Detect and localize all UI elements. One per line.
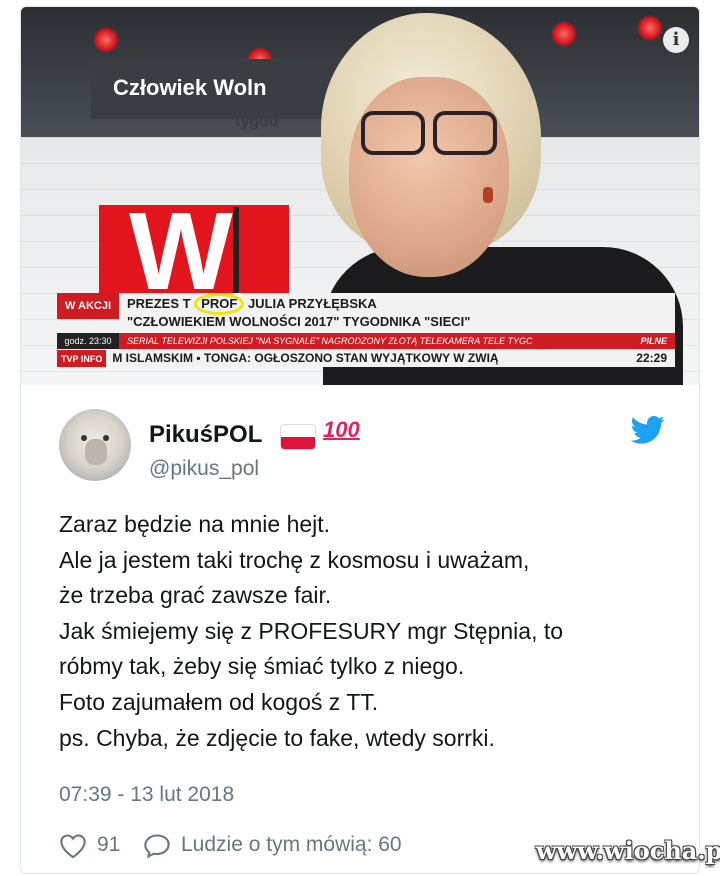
red-line-text: SERIAL TELEWIZJI POLSKIEJ "NA SYGNALE" N…	[127, 336, 533, 346]
tweet-line: Jak śmiejemy się z PROFESURY mgr Stępnia…	[59, 617, 564, 644]
tweet-line: ps. Chyba, że zdjęcie to fake, wtedy sor…	[59, 724, 495, 751]
info-icon[interactable]: i	[663, 27, 689, 53]
stage-light	[637, 15, 663, 41]
display-name[interactable]: PikuśPOL	[149, 421, 262, 449]
tweet-text: Zaraz będzie na mnie hejt. Ale ja jestem…	[59, 507, 699, 756]
tweet-line: róbmy tak, żeby się śmiać tylko z niego.	[59, 653, 465, 680]
ticker-time: godz. 23:30	[57, 333, 119, 349]
like-count[interactable]: 91	[97, 829, 120, 861]
pilne-tag: PILNE	[640, 336, 667, 346]
banner-title: Człowiek Woln	[113, 75, 267, 100]
tweet-card: Człowiek Woln tygod W W AKCJI PREZES T P…	[20, 6, 700, 874]
heart-icon[interactable]	[59, 833, 87, 859]
tweet-line: Zaraz będzie na mnie hejt.	[59, 511, 331, 537]
avatar[interactable]	[59, 409, 131, 481]
watermark: www.wiocha.pl	[536, 836, 720, 865]
tweet-line: że trzeba grać zawsze fair.	[59, 582, 332, 609]
stage-light	[93, 27, 119, 53]
headline-part: PREZES T	[127, 296, 191, 311]
tweet-line: Foto zajumałem od kogoś z TT.	[59, 688, 379, 715]
glasses	[361, 111, 501, 155]
poland-flag-icon	[281, 425, 315, 449]
ticker-headline: PREZES T PROF JULIA PRZYŁĘBSKA "CZŁOWIEK…	[119, 293, 675, 333]
talking-about-label[interactable]: Ludzie o tym mówią: 60	[181, 829, 402, 861]
ticker-clock: 22:29	[636, 351, 667, 365]
banner-subtitle: tygod	[235, 113, 279, 130]
ticker-bottom: TVP INFO M ISLAMSKIM ▪ TONGA: OGŁOSZONO S…	[57, 349, 675, 367]
headline-part: JULIA PRZYŁĘBSKA	[247, 296, 377, 311]
tweet-timestamp[interactable]: 07:39 - 13 lut 2018	[59, 783, 234, 807]
stage-light	[551, 21, 577, 47]
twitter-bird-icon[interactable]	[631, 415, 665, 445]
ticker-label: W AKCJI	[57, 293, 119, 319]
news-ticker: W AKCJI PREZES T PROF JULIA PRZYŁĘBSKA "…	[57, 293, 677, 367]
user-handle[interactable]: @pikus_pol	[149, 457, 259, 481]
tvp-info-logo: TVP INFO	[57, 350, 107, 367]
w-logo-letter: W	[129, 190, 233, 313]
highlighted-prof: PROF	[194, 293, 245, 315]
person-face	[349, 77, 509, 277]
microphone-stand	[233, 207, 239, 307]
headline-line2: "CZŁOWIEKIEM WOLNOŚCI 2017" TYGODNIKA "S…	[127, 314, 471, 329]
reply-bubble-icon[interactable]	[143, 833, 171, 859]
hundred-emoji: 100	[323, 417, 360, 442]
ticker-red-line: SERIAL TELEWIZJI POLSKIEJ "NA SYGNALE" N…	[119, 333, 675, 349]
bottom-crawl: M ISLAMSKIM ▪ TONGA: OGŁOSZONO STAN WYJĄ…	[112, 351, 499, 365]
tweet-photo[interactable]: Człowiek Woln tygod W W AKCJI PREZES T P…	[21, 7, 699, 385]
tweet-line: Ale ja jestem taki trochę z kosmosu i uw…	[59, 546, 530, 573]
earring	[483, 187, 493, 203]
